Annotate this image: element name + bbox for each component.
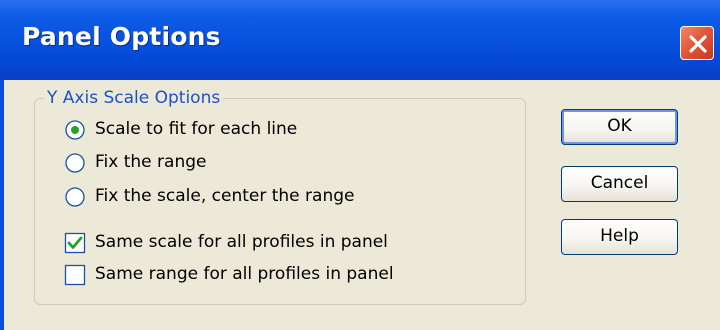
title-bar[interactable]: Panel Options	[0, 0, 720, 80]
checkbox-checked-icon[interactable]	[64, 232, 86, 254]
checkbox-same-scale-label: Same scale for all profiles in panel	[95, 232, 388, 252]
radio-scale-to-fit-label: Scale to fit for each line	[95, 119, 298, 139]
cancel-button[interactable]: Cancel	[561, 166, 678, 202]
radio-unselected-icon[interactable]	[64, 152, 86, 174]
help-button[interactable]: Help	[561, 219, 678, 255]
radio-fix-range-label: Fix the range	[95, 152, 207, 172]
dialog-title: Panel Options	[22, 22, 221, 51]
checkbox-same-range-label: Same range for all profiles in panel	[95, 264, 394, 284]
close-button[interactable]	[680, 26, 714, 60]
radio-fix-scale-center-range-label: Fix the scale, center the range	[95, 186, 355, 206]
radio-selected-icon[interactable]	[64, 119, 86, 141]
dialog-body: Y Axis Scale Options Scale to fit for ea…	[4, 80, 720, 330]
radio-unselected-icon[interactable]	[64, 186, 86, 208]
ok-button[interactable]: OK	[561, 109, 678, 145]
dialog-window: Panel Options Y Axis Scale Options Scale…	[0, 0, 720, 330]
close-icon	[689, 35, 707, 53]
groupbox-label: Y Axis Scale Options	[44, 88, 224, 108]
checkbox-unchecked-icon[interactable]	[64, 264, 86, 286]
